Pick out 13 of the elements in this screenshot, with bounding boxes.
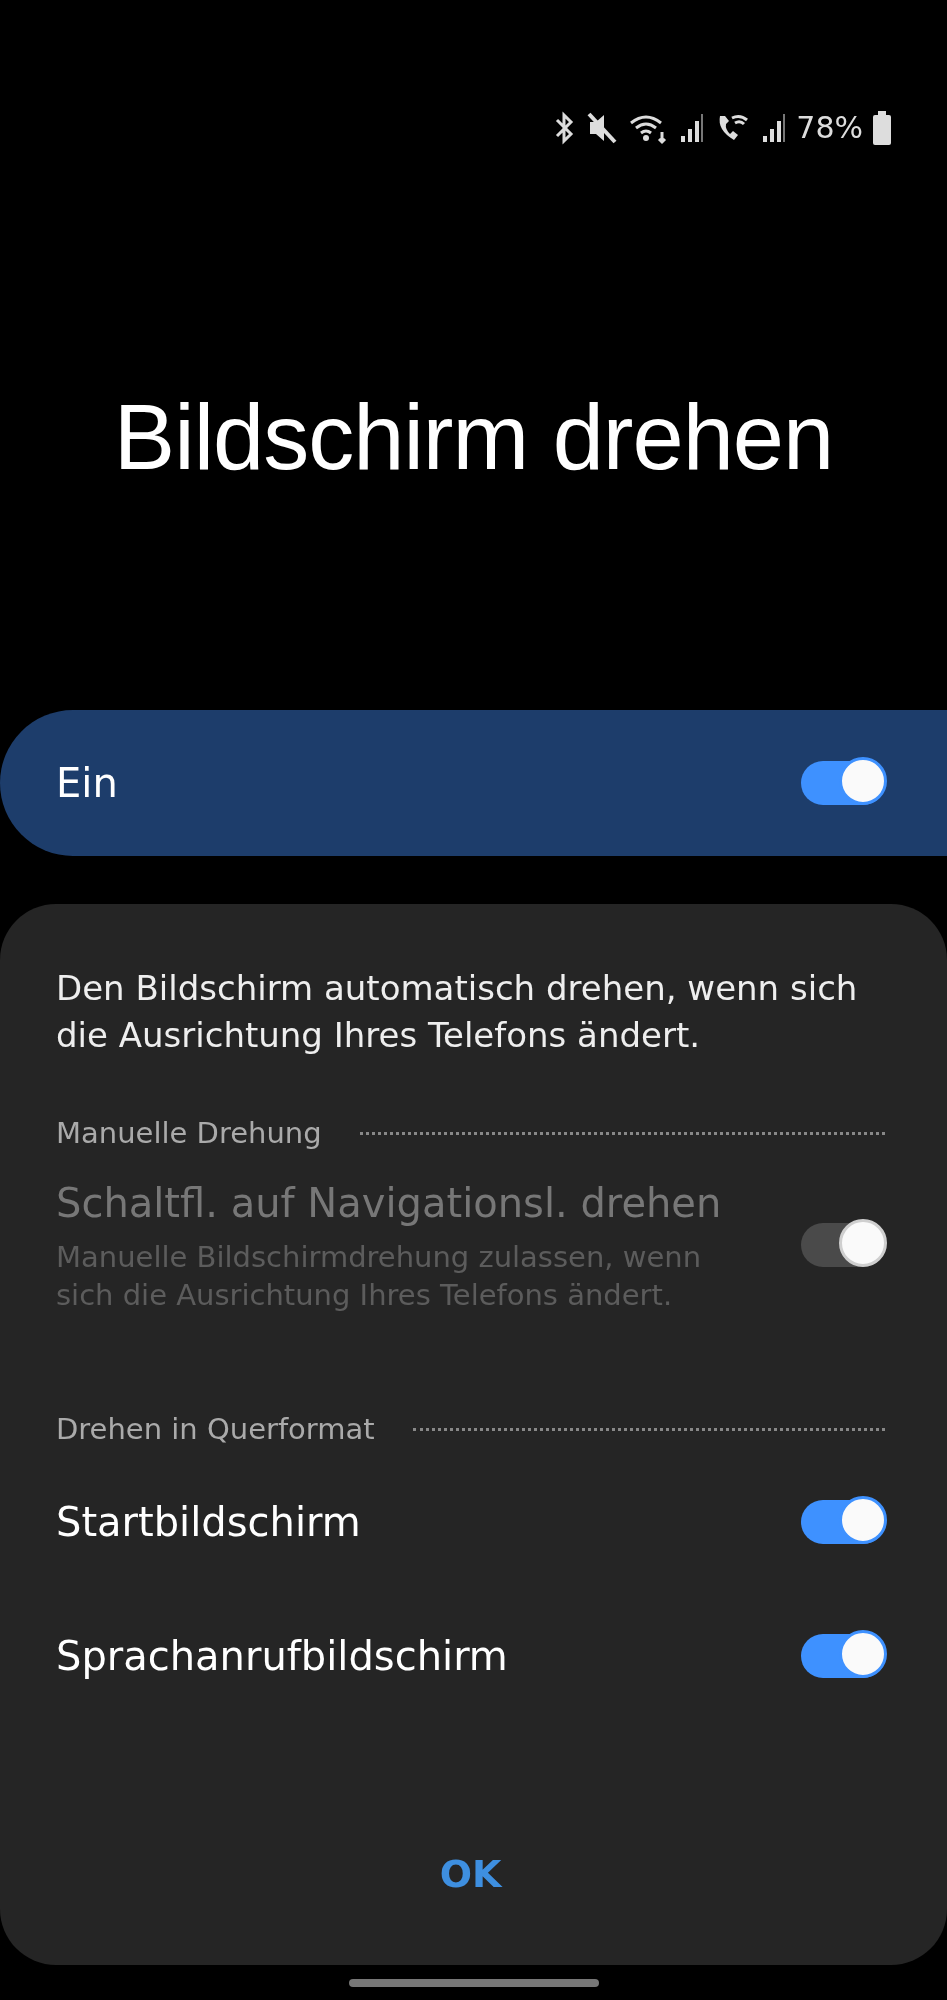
setting-title: Startbildschirm — [56, 1498, 361, 1547]
mute-icon — [586, 110, 619, 146]
master-switch-bar[interactable]: Ein — [0, 710, 947, 856]
description-text: Den Bildschirm automatisch drehen, wenn sich die Ausrichtung Ihres Telefons ändert. — [56, 967, 859, 1057]
setting-title: Sprachanrufbildschirm — [56, 1632, 508, 1681]
battery-percentage: 78% — [796, 110, 863, 146]
section-header: Drehen in Querformat — [56, 1412, 375, 1446]
master-switch-label: Ein — [56, 760, 118, 806]
setting-title: Schaltfl. auf Navigationsl. drehen — [56, 1179, 723, 1228]
section-header: Manuelle Drehung — [56, 1116, 322, 1150]
ok-button[interactable]: OK — [419, 1844, 522, 1904]
screen-title: Bildschirm drehen — [112, 387, 835, 487]
battery-icon — [873, 111, 891, 145]
